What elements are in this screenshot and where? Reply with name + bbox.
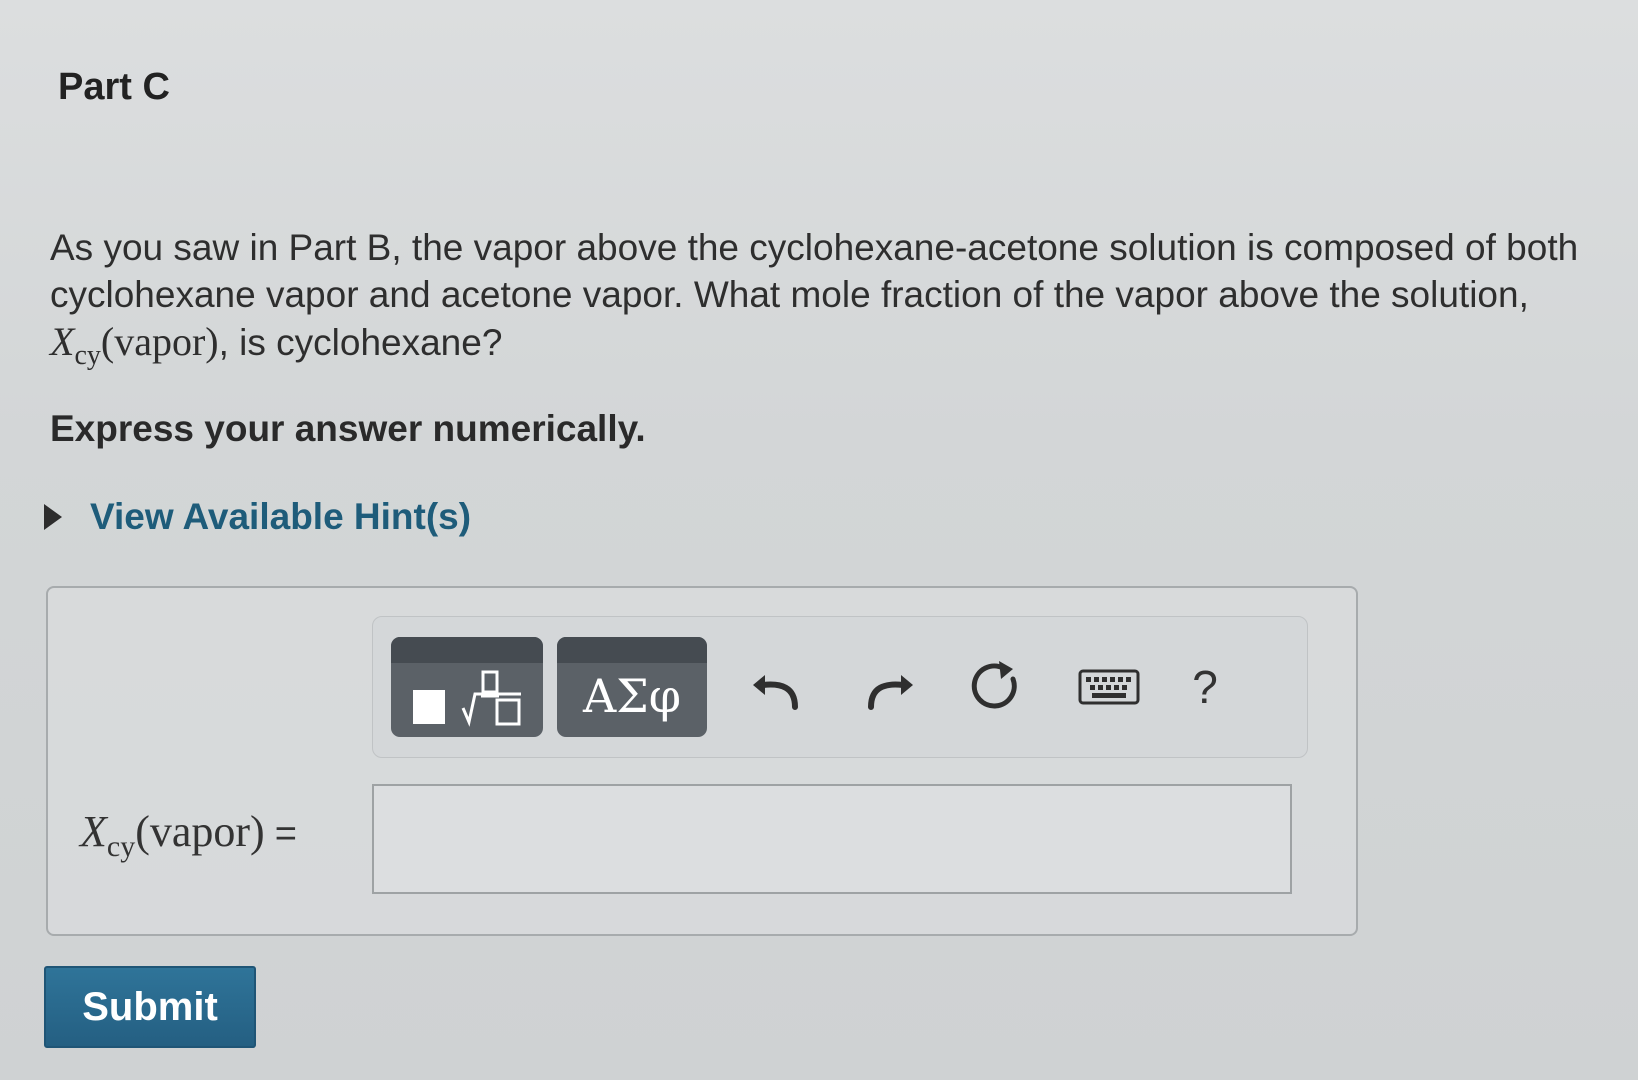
answer-variable-subscript: cy (106, 829, 136, 863)
question-text-before: As you saw in Part B, the vapor above th… (50, 227, 1579, 315)
variable-argument: (vapor) (100, 319, 219, 364)
help-button[interactable]: ? (1173, 655, 1237, 719)
undo-button[interactable] (745, 655, 809, 719)
undo-icon (753, 675, 798, 710)
greek-symbols-label: ΑΣφ (583, 669, 681, 723)
templates-icon (413, 670, 521, 727)
submit-button[interactable]: Submit (44, 966, 256, 1048)
variable-symbol: X (50, 319, 75, 364)
reset-icon (971, 661, 1017, 709)
greek-symbols-button[interactable]: ΑΣφ (557, 637, 707, 737)
answer-variable-label: Xcy(vapor) = (80, 806, 297, 864)
keyboard-icon (1078, 669, 1140, 705)
equals-sign: = (274, 813, 297, 855)
answer-instruction: Express your answer numerically. (50, 408, 646, 449)
answer-input[interactable] (372, 784, 1292, 894)
part-title: Part C (58, 66, 170, 108)
question-text: As you saw in Part B, the vapor above th… (50, 224, 1610, 379)
keyboard-button[interactable] (1069, 655, 1149, 719)
view-hints-link[interactable]: View Available Hint(s) (90, 496, 471, 538)
variable-subscript: cy (74, 340, 101, 371)
question-text-after: , is cyclohexane? (218, 322, 503, 363)
answer-variable-symbol: X (80, 807, 107, 856)
redo-icon (868, 675, 913, 710)
reset-button[interactable] (965, 655, 1029, 719)
view-hints-toggle[interactable]: View Available Hint(s) (44, 496, 471, 538)
redo-button[interactable] (857, 655, 921, 719)
help-icon: ? (1192, 661, 1218, 713)
math-toolbar: ΑΣφ ? (372, 616, 1308, 758)
question-variable: Xcy(vapor) (50, 319, 219, 371)
answer-variable-argument: (vapor) (135, 807, 265, 856)
caret-right-icon (44, 504, 62, 530)
templates-button[interactable] (391, 637, 543, 737)
